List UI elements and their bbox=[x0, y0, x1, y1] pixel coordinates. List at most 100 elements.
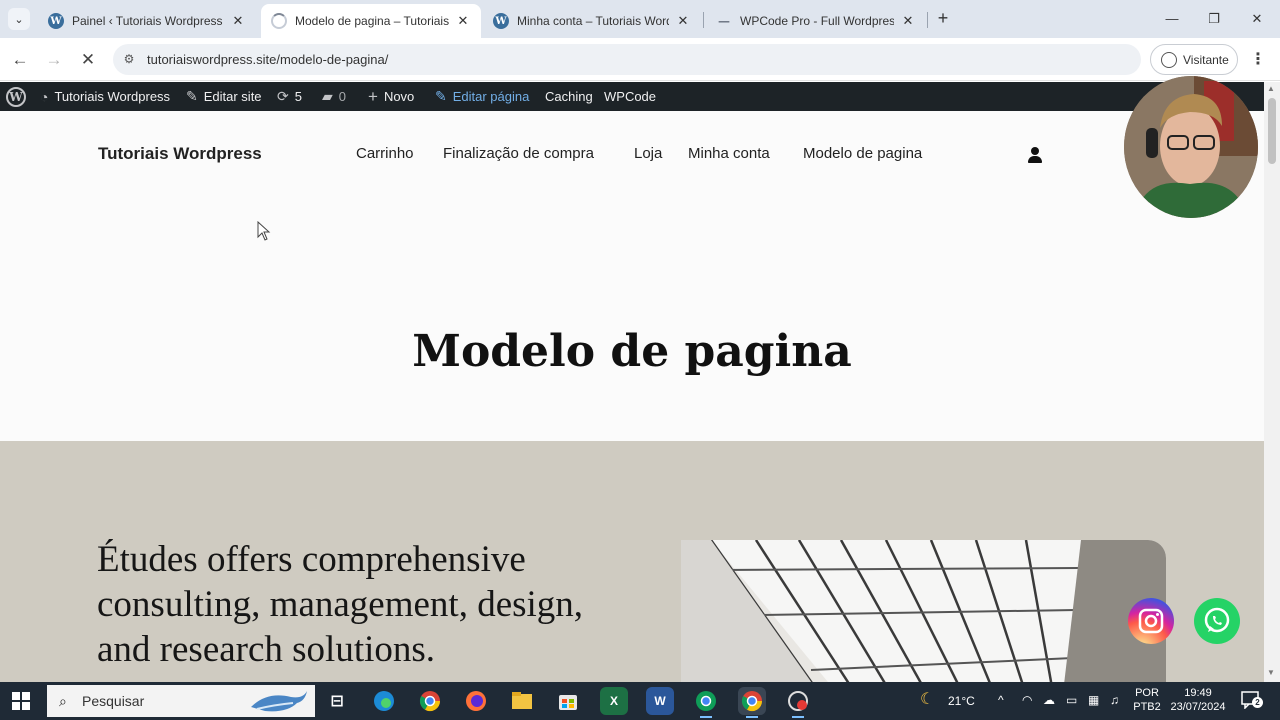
screen-recorder-icon[interactable] bbox=[784, 687, 812, 718]
wp-logo-menu[interactable]: W bbox=[6, 82, 26, 111]
tab-minha-conta[interactable]: W Minha conta – Tutoriais WordP ✕ bbox=[483, 4, 701, 38]
chrome-active-icon[interactable] bbox=[738, 687, 766, 718]
brush-icon: ✎ bbox=[186, 88, 198, 104]
taskbar-search-box[interactable]: ⌕ Pesquisar bbox=[47, 685, 315, 717]
updates-refresh-icon: ⟳ bbox=[277, 88, 289, 104]
nav-minha-conta[interactable]: Minha conta bbox=[688, 145, 770, 162]
excel-icon[interactable]: X bbox=[600, 687, 628, 715]
language-indicator[interactable]: POR PTB2 bbox=[1133, 686, 1161, 714]
window-close-icon[interactable]: ✕ bbox=[1242, 8, 1272, 30]
search-icon: ⌕ bbox=[59, 693, 67, 709]
wifi-icon[interactable]: ◠ bbox=[1022, 693, 1032, 707]
tab-search-chevron-icon[interactable]: ⌄ bbox=[8, 8, 30, 30]
restore-icon[interactable]: ❐ bbox=[1199, 8, 1229, 30]
updates-count: 5 bbox=[294, 89, 302, 104]
windows-start-icon[interactable] bbox=[12, 692, 30, 710]
site-name-label: Tutoriais Wordpress bbox=[54, 89, 171, 104]
network-icon[interactable]: ▦ bbox=[1088, 693, 1099, 707]
tab-modelo-de-pagina[interactable]: Modelo de pagina – Tutoriais W ✕ bbox=[261, 4, 481, 38]
admin-bar-comments[interactable]: ▰ 0 bbox=[322, 82, 346, 111]
chrome-profile-icon[interactable] bbox=[692, 687, 720, 718]
address-bar[interactable]: ⚙ tutoriaiswordpress.site/modelo-de-pagi… bbox=[113, 44, 1141, 75]
pencil-icon: ✎ bbox=[435, 88, 447, 104]
volume-speaker-icon[interactable]: ♫ bbox=[1110, 693, 1119, 707]
dashboard-gauge-icon: ◔ bbox=[40, 88, 49, 105]
weather-temperature[interactable]: 21°C bbox=[948, 694, 975, 708]
wordpress-icon: W bbox=[493, 13, 509, 29]
edge-browser-icon[interactable] bbox=[370, 687, 398, 715]
whatsapp-button[interactable] bbox=[1194, 598, 1240, 644]
whale-search-highlight-icon bbox=[251, 691, 307, 712]
word-icon[interactable]: W bbox=[646, 687, 674, 715]
close-icon[interactable]: ✕ bbox=[230, 13, 246, 29]
account-user-icon[interactable] bbox=[1027, 147, 1043, 163]
nav-carrinho[interactable]: Carrinho bbox=[356, 145, 414, 162]
url-text[interactable]: tutoriaiswordpress.site/modelo-de-pagina… bbox=[147, 52, 388, 67]
mouse-cursor-icon bbox=[257, 221, 271, 241]
nav-loja[interactable]: Loja bbox=[634, 145, 662, 162]
close-icon[interactable]: ✕ bbox=[900, 13, 916, 29]
more-menu-icon[interactable]: ⋮ bbox=[1250, 48, 1266, 72]
windows-taskbar: ⌕ Pesquisar ⊟ X W ☾ 21°C ^ ◠ ☁ ▭ ▦ ♫ POR… bbox=[0, 682, 1280, 720]
microsoft-store-icon[interactable] bbox=[554, 687, 582, 715]
close-icon[interactable]: ✕ bbox=[455, 13, 471, 29]
keyboard-layout: PTB2 bbox=[1133, 701, 1161, 713]
notification-center-button[interactable]: 2 bbox=[1240, 691, 1263, 710]
weather-moon-icon[interactable]: ☾ bbox=[920, 692, 934, 708]
admin-bar-wpcode[interactable]: WPCode bbox=[604, 82, 656, 111]
tab-title: Modelo de pagina – Tutoriais W bbox=[295, 14, 449, 28]
edit-page-label: Editar página bbox=[452, 89, 530, 104]
tray-chevron-up-icon[interactable]: ^ bbox=[998, 693, 1004, 707]
instagram-button[interactable] bbox=[1128, 598, 1174, 644]
admin-bar-edit-site[interactable]: ✎ Editar site bbox=[186, 82, 262, 111]
admin-bar-site-name[interactable]: ◔ Tutoriais Wordpress bbox=[40, 82, 170, 111]
new-tab-plus-icon[interactable]: + bbox=[933, 8, 953, 30]
scrollbar-thumb[interactable] bbox=[1268, 98, 1276, 164]
admin-bar-new[interactable]: + Novo bbox=[368, 82, 414, 111]
admin-bar-updates[interactable]: ⟳ 5 bbox=[277, 82, 302, 111]
minimize-icon[interactable]: — bbox=[1157, 8, 1187, 30]
site-settings-icon[interactable]: ⚙ bbox=[121, 51, 137, 67]
close-icon[interactable]: ✕ bbox=[675, 13, 691, 29]
admin-bar-caching[interactable]: Caching bbox=[545, 82, 593, 111]
nav-finalizacao-de-compra[interactable]: Finalização de compra bbox=[443, 145, 594, 162]
wpcode-label: WPCode bbox=[604, 89, 657, 104]
profile-button[interactable]: Visitante bbox=[1150, 44, 1238, 75]
loading-spinner-icon bbox=[271, 13, 287, 29]
hero-section: Études offers comprehensive consulting, … bbox=[0, 441, 1264, 682]
browser-toolbar: ← → ✕ ⚙ tutoriaiswordpress.site/modelo-d… bbox=[0, 38, 1280, 81]
clock[interactable]: 19:49 23/07/2024 bbox=[1166, 686, 1230, 714]
admin-bar-edit-page[interactable]: ✎ Editar página bbox=[435, 82, 529, 111]
caching-label: Caching bbox=[545, 89, 593, 104]
profile-label: Visitante bbox=[1183, 52, 1229, 67]
page-scrollbar[interactable]: ▲ ▼ bbox=[1264, 82, 1280, 682]
file-explorer-icon[interactable] bbox=[508, 687, 536, 715]
instagram-icon bbox=[1138, 608, 1164, 634]
task-view-icon[interactable]: ⊟ bbox=[323, 687, 351, 715]
tab-title: WPCode Pro - Full Wordpress bbox=[740, 14, 894, 28]
back-arrow-icon[interactable]: ← bbox=[8, 48, 32, 72]
plus-icon: + bbox=[368, 86, 378, 106]
clock-date: 23/07/2024 bbox=[1170, 701, 1226, 713]
comments-count: 0 bbox=[338, 89, 347, 104]
onedrive-cloud-icon[interactable]: ☁ bbox=[1043, 693, 1055, 707]
hero-heading: Études offers comprehensive consulting, … bbox=[97, 539, 584, 670]
site-title-link[interactable]: Tutoriais Wordpress bbox=[98, 144, 262, 164]
dash-icon: — bbox=[718, 14, 730, 28]
nav-modelo-de-pagina[interactable]: Modelo de pagina bbox=[803, 145, 922, 162]
firefox-browser-icon[interactable] bbox=[462, 687, 490, 715]
notification-count: 2 bbox=[1252, 697, 1263, 708]
tab-separator bbox=[927, 12, 928, 28]
tab-painel[interactable]: W Painel ‹ Tutoriais Wordpress — ✕ bbox=[38, 4, 256, 38]
wp-admin-bar: W ◔ Tutoriais Wordpress ✎ Editar site ⟳ … bbox=[0, 82, 1280, 111]
forward-arrow-icon[interactable]: → bbox=[42, 48, 66, 72]
search-placeholder: Pesquisar bbox=[82, 693, 145, 709]
tab-wpcode[interactable]: — WPCode Pro - Full Wordpress ✕ bbox=[706, 4, 926, 38]
stop-loading-icon[interactable]: ✕ bbox=[76, 48, 100, 72]
clock-time: 19:49 bbox=[1184, 687, 1212, 699]
tab-title: Minha conta – Tutoriais WordP bbox=[517, 14, 669, 28]
chrome-browser-icon[interactable] bbox=[416, 687, 444, 715]
battery-icon[interactable]: ▭ bbox=[1066, 693, 1077, 707]
comment-bubble-icon: ▰ bbox=[322, 88, 333, 104]
page-viewport: Tutoriais Wordpress Carrinho Finalização… bbox=[0, 111, 1264, 682]
